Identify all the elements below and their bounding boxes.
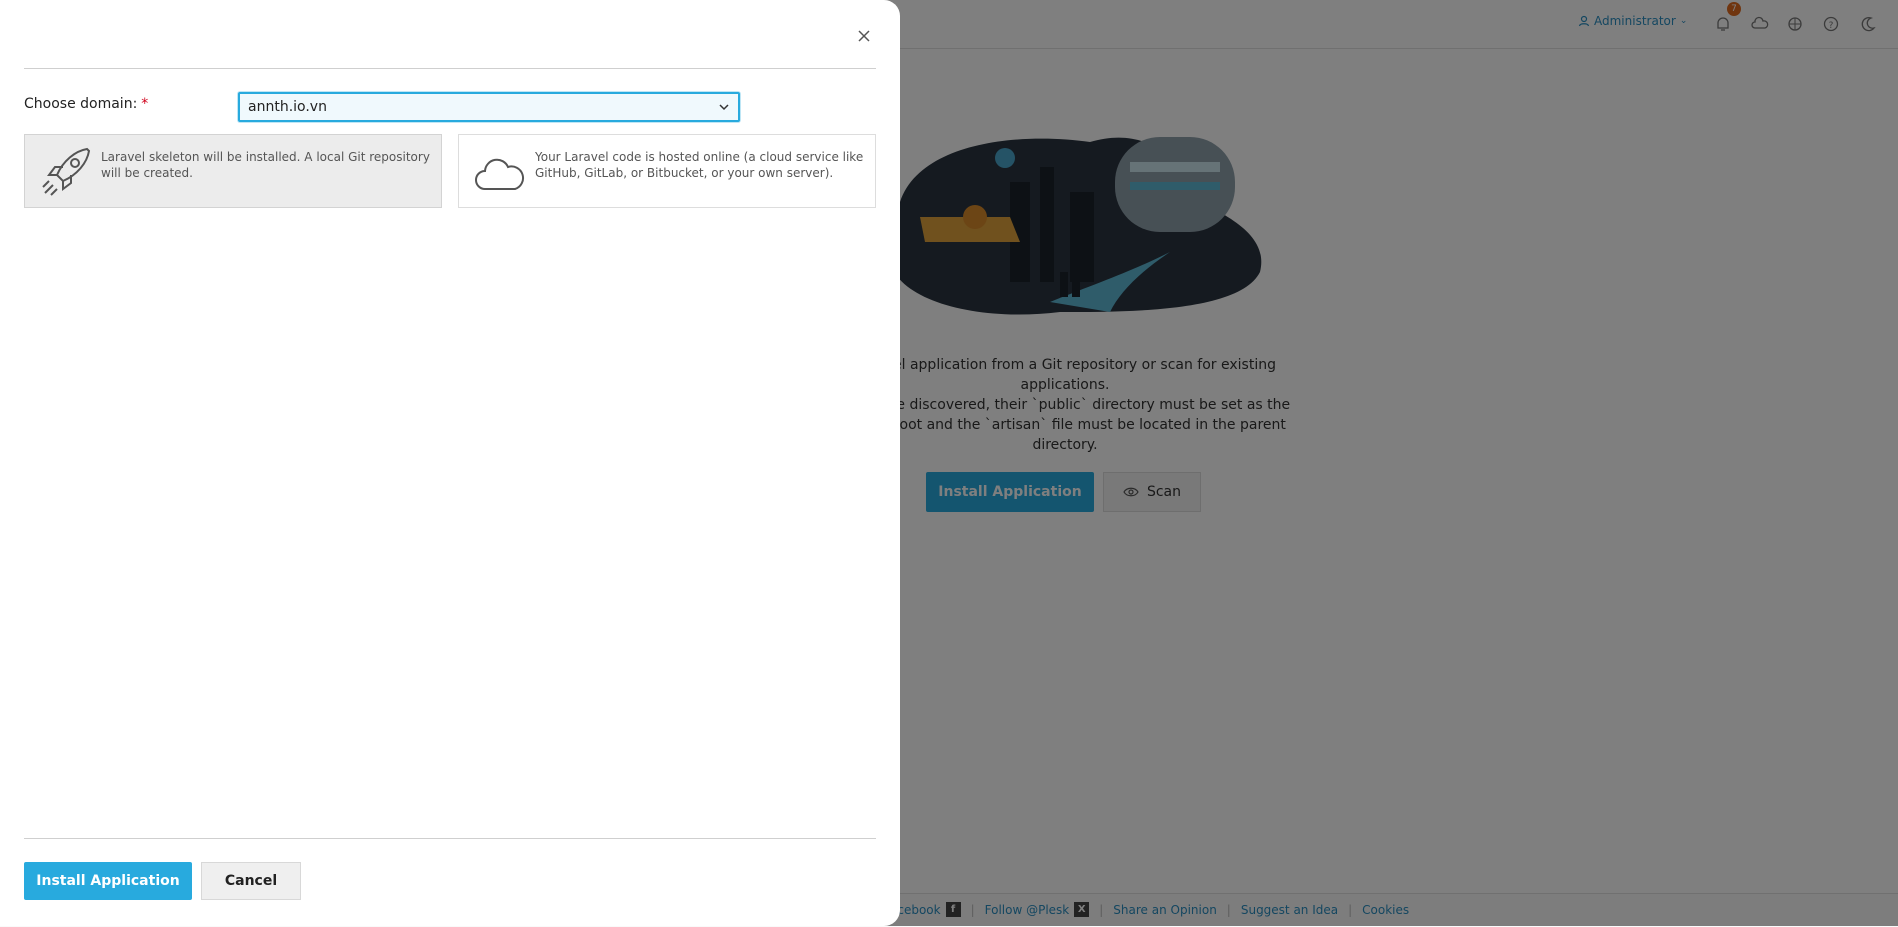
option-laravel-skeleton-text: Laravel skeleton will be installed. A lo… xyxy=(101,150,430,180)
close-icon[interactable] xyxy=(854,26,874,46)
option-laravel-skeleton[interactable]: Laravel skeleton will be installed. A lo… xyxy=(24,134,442,208)
header-divider xyxy=(24,68,876,69)
chevron-down-icon xyxy=(719,104,729,111)
option-hosted-online[interactable]: Your Laravel code is hosted online (a cl… xyxy=(458,134,876,208)
domain-select[interactable]: annth.io.vn xyxy=(238,92,740,122)
choose-domain-label: Choose domain: * xyxy=(24,96,148,112)
rocket-icon xyxy=(42,147,91,196)
install-application-button[interactable]: Install Application xyxy=(24,862,192,900)
cloud-icon xyxy=(475,158,525,190)
option-hosted-online-text: Your Laravel code is hosted online (a cl… xyxy=(535,150,864,180)
install-application-dialog: Choose domain: * annth.io.vn Laravel skel… xyxy=(0,0,900,926)
domain-select-value: annth.io.vn xyxy=(248,99,327,115)
choose-domain-label-text: Choose domain: xyxy=(24,96,138,112)
footer-divider xyxy=(24,838,876,839)
cancel-button[interactable]: Cancel xyxy=(201,862,301,900)
required-mark: * xyxy=(141,96,149,112)
